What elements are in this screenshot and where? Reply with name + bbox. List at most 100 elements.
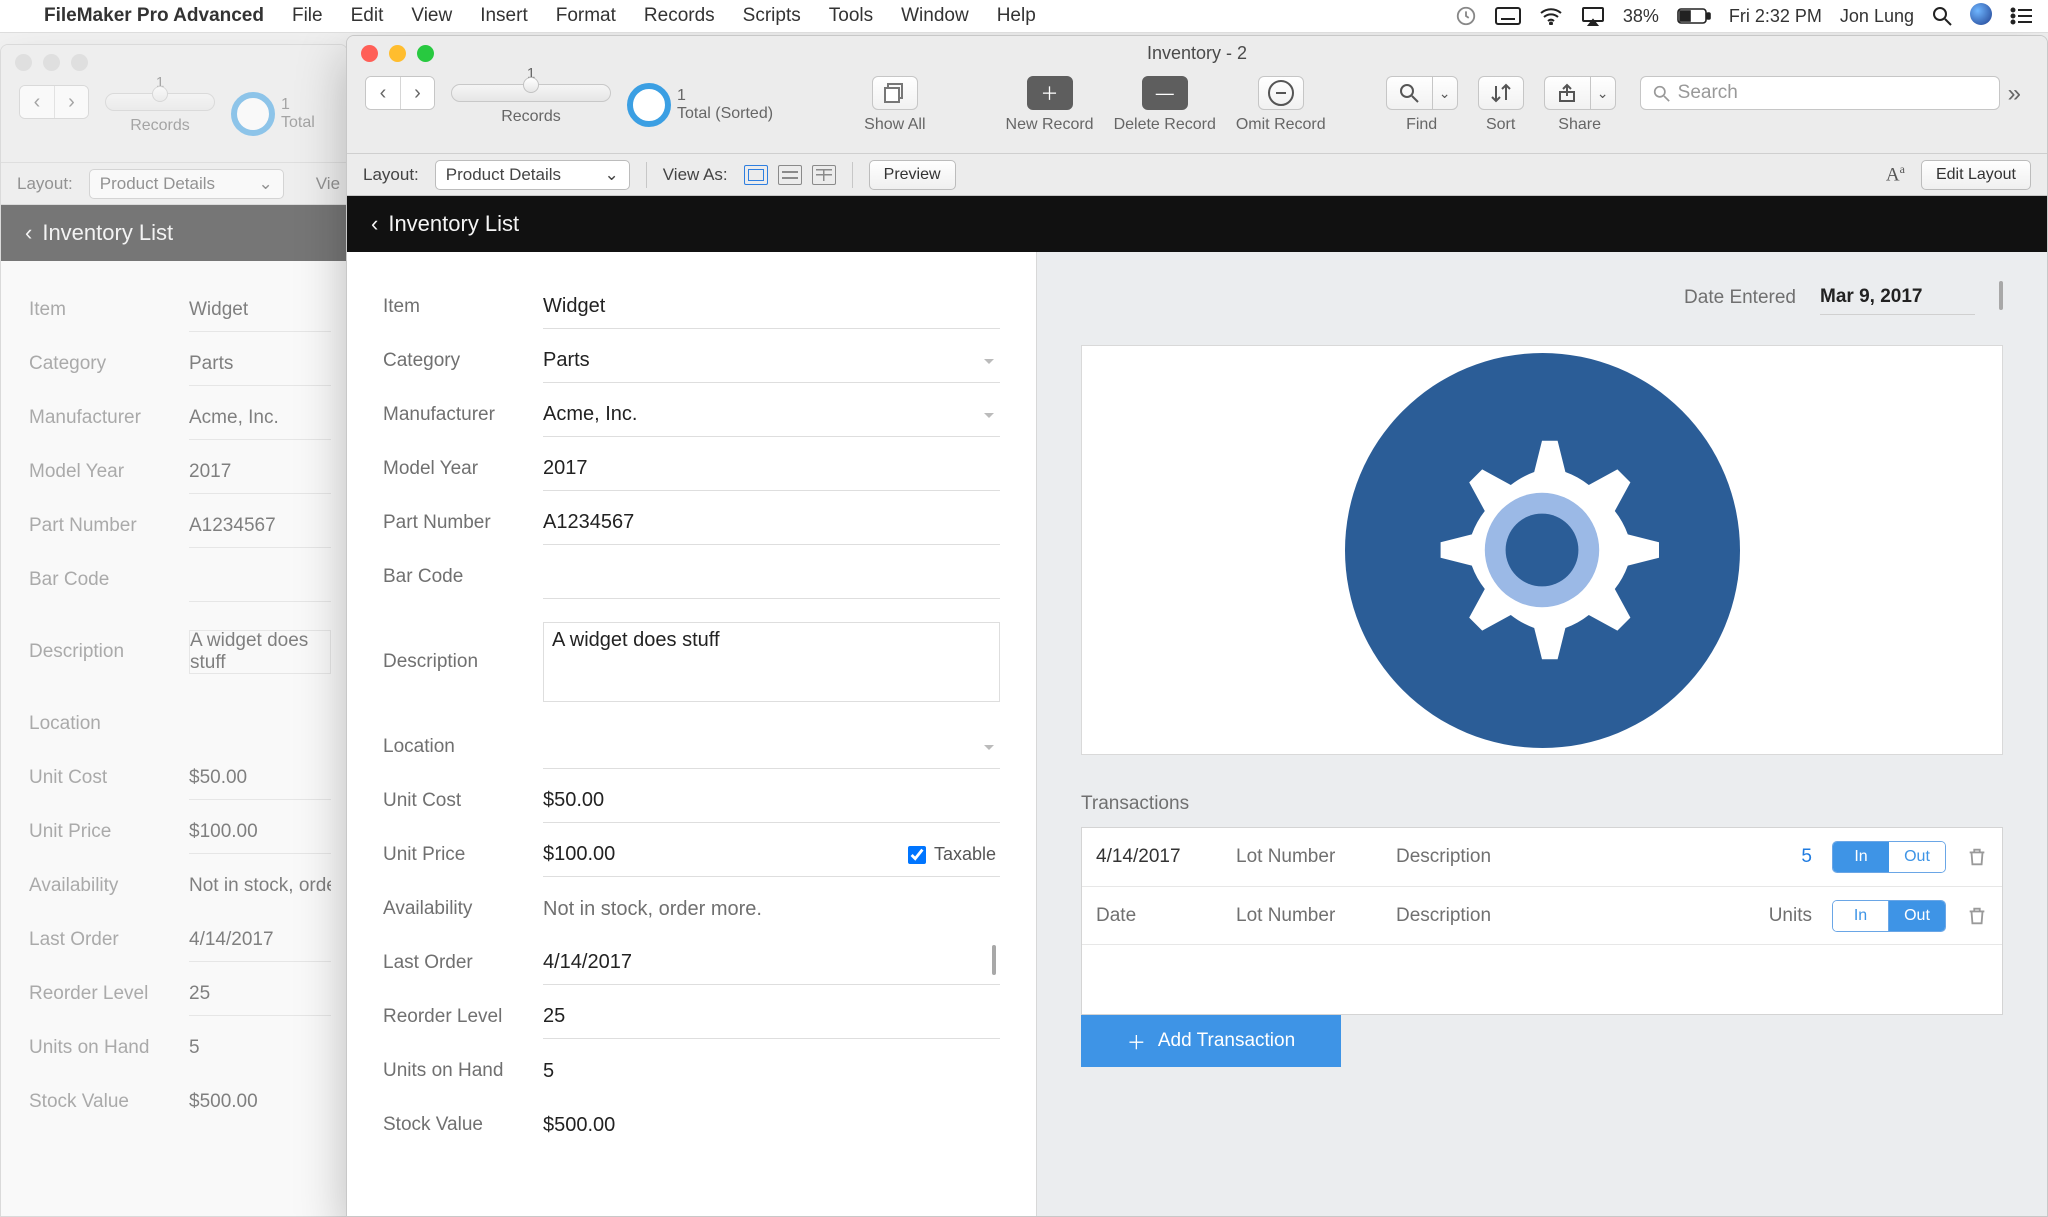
transaction-row[interactable]: Date Lot Number Description Units InOut [1082,886,2002,944]
airplay-icon[interactable] [1581,6,1605,26]
transaction-desc[interactable]: Description [1396,846,1712,868]
taxable-checkbox[interactable]: Taxable [908,844,996,865]
record-nav[interactable]: ‹ › [365,76,435,110]
edit-layout-button[interactable]: Edit Layout [1921,160,2031,190]
category-field[interactable]: Parts [543,339,1000,383]
unitprice-field[interactable]: $100.00 [189,810,331,854]
item-field[interactable]: Widget [189,288,331,332]
show-all-button[interactable] [872,76,918,110]
transaction-date[interactable]: 4/14/2017 [1096,846,1216,868]
layout-select[interactable]: Product Details ⌄ [435,160,630,190]
transaction-lot[interactable]: Lot Number [1236,846,1376,868]
prev-record-button[interactable]: ‹ [20,86,54,118]
viewas-table-button[interactable] [812,165,836,185]
description-field[interactable]: A widget does stuff [543,622,1000,702]
found-set-pie-icon[interactable] [627,83,671,127]
battery-icon[interactable] [1677,8,1711,24]
timemachine-icon[interactable] [1455,5,1477,27]
unitcost-field[interactable]: $50.00 [543,779,1000,823]
lastorder-field[interactable]: 4/14/2017 [189,918,331,962]
find-button[interactable]: ⌄ [1386,76,1458,110]
inout-out[interactable]: Out [1889,842,1945,872]
spotlight-icon[interactable] [1932,6,1952,26]
viewas-form-button[interactable] [744,165,768,185]
preview-button[interactable]: Preview [869,160,956,190]
menu-format[interactable]: Format [556,5,616,27]
menu-window[interactable]: Window [901,5,969,27]
menu-scripts[interactable]: Scripts [743,5,801,27]
inventory-list-header[interactable]: ‹ Inventory List [1,205,347,261]
menu-tools[interactable]: Tools [829,5,873,27]
menu-help[interactable]: Help [997,5,1036,27]
menu-view[interactable]: View [411,5,452,27]
barcode-field[interactable] [189,558,331,602]
app-name[interactable]: FileMaker Pro Advanced [44,5,264,27]
menu-edit[interactable]: Edit [351,5,384,27]
trash-icon[interactable] [1966,846,1988,868]
traffic-lights[interactable] [15,54,88,71]
location-field[interactable] [189,702,331,746]
layout-select[interactable]: Product Details ⌄ [89,169,284,199]
reorder-field[interactable]: 25 [543,995,1000,1039]
modelyear-field[interactable]: 2017 [189,450,331,494]
toolbar-overflow-icon[interactable]: » [2000,76,2029,112]
partnumber-field[interactable]: A1234567 [189,504,331,548]
inout-in[interactable]: In [1833,842,1889,872]
description-field[interactable]: A widget does stuff [189,630,331,674]
find-dropdown[interactable]: ⌄ [1432,76,1458,110]
inout-in[interactable]: In [1833,901,1889,931]
transaction-row[interactable]: 4/14/2017 Lot Number Description 5 InOut [1082,828,2002,886]
category-field[interactable]: Parts [189,342,331,386]
calendar-icon[interactable] [1999,287,2003,309]
formatting-bar-toggle-icon[interactable]: Aa [1886,162,1905,186]
notification-center-icon[interactable] [2010,7,2032,25]
unitcost-field[interactable]: $50.00 [189,756,331,800]
modelyear-field[interactable]: 2017 [543,447,1000,491]
manufacturer-field[interactable]: Acme, Inc. [189,396,331,440]
reorder-field[interactable]: 25 [189,972,331,1016]
omit-record-button[interactable] [1258,76,1304,110]
record-slider[interactable]: 1 [105,93,215,111]
manufacturer-field[interactable]: Acme, Inc. [543,393,1000,437]
inout-toggle[interactable]: InOut [1832,900,1946,932]
inventory-list-header[interactable]: ‹ Inventory List [347,196,2047,252]
add-transaction-button[interactable]: ＋ Add Transaction [1081,1015,1341,1067]
user-name[interactable]: Jon Lung [1840,6,1914,27]
keyboard-icon[interactable] [1495,7,1521,25]
calendar-icon[interactable] [992,951,996,974]
menu-file[interactable]: File [292,5,323,27]
date-entered-field[interactable]: Mar 9, 2017 [1820,280,1975,315]
barcode-field[interactable] [543,555,1000,599]
siri-icon[interactable] [1970,3,1992,30]
share-button[interactable]: ⌄ [1544,76,1616,110]
next-record-button[interactable]: › [400,77,434,109]
transaction-lot[interactable]: Lot Number [1236,905,1376,927]
transaction-units[interactable]: 5 [1732,846,1812,868]
transaction-date[interactable]: Date [1096,905,1216,927]
menu-insert[interactable]: Insert [480,5,528,27]
clock[interactable]: Fri 2:32 PM [1729,6,1822,27]
found-set-pie-icon[interactable] [231,92,275,136]
wifi-icon[interactable] [1539,7,1563,25]
product-image-container[interactable] [1081,345,2003,755]
lastorder-field[interactable]: 4/14/2017 [543,941,1000,985]
share-dropdown[interactable]: ⌄ [1590,76,1616,110]
item-field[interactable]: Widget [543,285,1000,329]
inout-toggle[interactable]: InOut [1832,841,1946,873]
prev-record-button[interactable]: ‹ [366,77,400,109]
transaction-units[interactable]: Units [1732,905,1812,927]
record-nav[interactable]: ‹ › [19,85,89,119]
partnumber-field[interactable]: A1234567 [543,501,1000,545]
delete-record-button[interactable]: — [1142,76,1188,110]
sort-button[interactable] [1478,76,1524,110]
trash-icon[interactable] [1966,905,1988,927]
transaction-desc[interactable]: Description [1396,905,1712,927]
menu-records[interactable]: Records [644,5,715,27]
location-field[interactable] [543,725,1000,769]
unitprice-field[interactable]: $100.00 Taxable [543,833,1000,877]
next-record-button[interactable]: › [54,86,88,118]
new-record-button[interactable]: ＋ [1027,76,1073,110]
inout-out[interactable]: Out [1889,901,1945,931]
search-input[interactable]: Search [1640,76,2000,110]
record-slider[interactable]: 1 [451,84,611,102]
